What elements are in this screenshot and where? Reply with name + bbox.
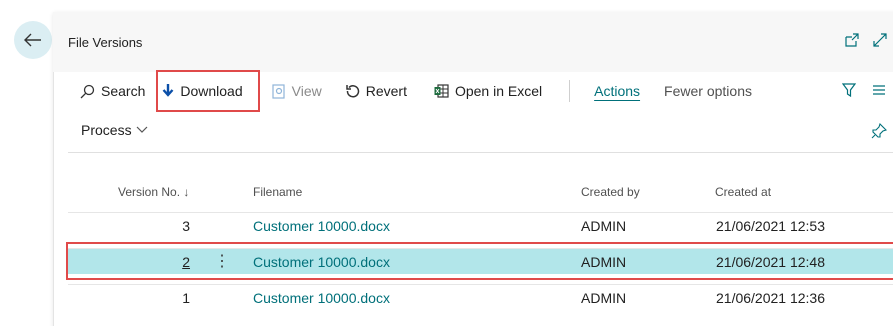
title-bar [53,12,893,72]
open-in-excel-button[interactable]: Open in Excel [434,83,542,99]
created-by-cell: ADMIN [581,290,627,306]
process-menu[interactable]: Process [81,122,148,138]
actions-tab[interactable]: Actions [594,83,640,99]
filename-link[interactable]: Customer 10000.docx [253,285,390,311]
column-header-filename[interactable]: Filename [253,185,302,199]
revert-icon [345,85,359,98]
arrow-left-icon [24,33,41,47]
chevron-down-icon [136,126,148,133]
filter-icon[interactable] [842,83,856,97]
created-by-cell: ADMIN [581,218,627,234]
divider [68,152,893,153]
version-cell[interactable]: 1 [140,285,190,311]
search-button[interactable]: Search [80,83,145,99]
view-label: View [291,83,322,99]
open-new-window-icon[interactable] [845,33,859,47]
search-icon [80,84,95,98]
pin-icon[interactable] [871,123,887,139]
fewer-options-button[interactable]: Fewer options [664,83,752,99]
toolbar-divider [569,80,571,102]
table-row[interactable]: 1 Customer 10000.docx ADMIN 21/06/2021 1… [68,284,893,310]
download-highlight-box [156,70,260,112]
created-at-cell: 21/06/2021 12:53 [716,218,825,234]
filename-link[interactable]: Customer 10000.docx [253,213,390,239]
open-in-excel-label: Open in Excel [454,83,543,99]
table-row[interactable]: 3 Customer 10000.docx ADMIN 21/06/2021 1… [68,212,893,238]
header-icons [845,33,887,47]
view-icon [272,83,285,99]
version-cell[interactable]: 3 [140,213,190,239]
column-header-version[interactable]: Version No. ↓ [118,185,189,199]
excel-icon [434,84,449,98]
revert-label: Revert [365,83,407,99]
column-header-created-at[interactable]: Created at [715,185,771,199]
view-button[interactable]: View [272,83,322,99]
search-label: Search [101,83,146,99]
page-title: File Versions [68,35,143,50]
list-icon[interactable] [873,84,885,96]
expand-icon[interactable] [873,33,887,47]
created-at-cell: 21/06/2021 12:36 [716,290,825,306]
revert-button[interactable]: Revert [345,83,407,99]
selected-row-highlight-box [66,242,893,280]
column-header-created-by[interactable]: Created by [581,185,640,199]
back-button[interactable] [14,21,52,59]
process-label: Process [81,122,132,138]
